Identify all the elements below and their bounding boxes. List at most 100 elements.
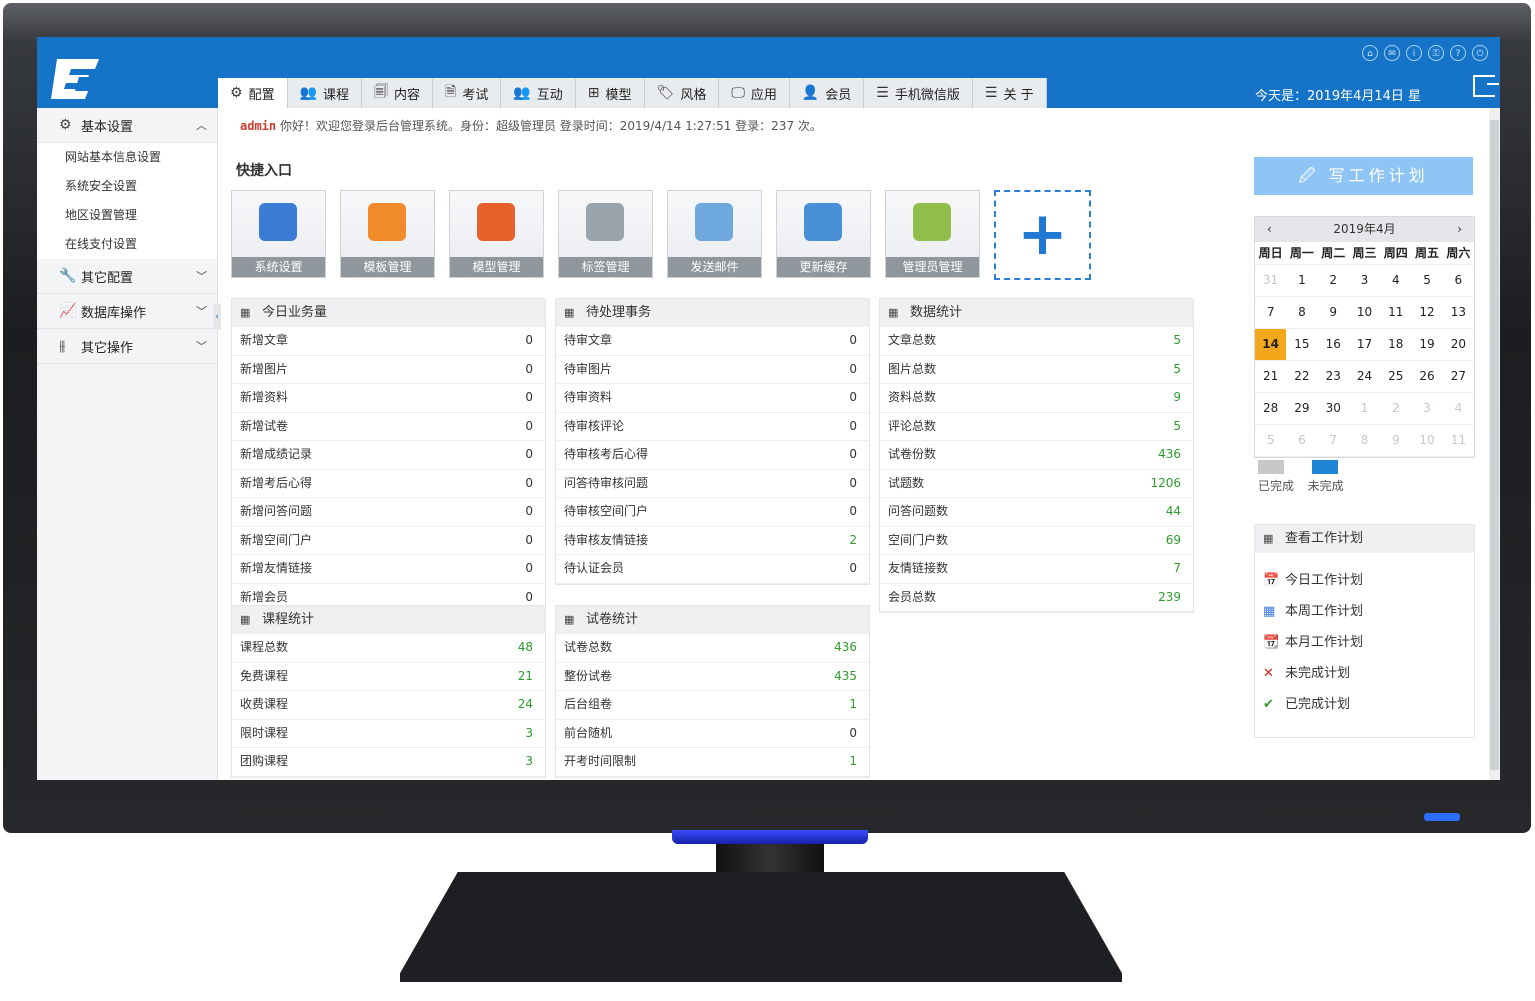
scrollbar-thumb[interactable]	[1490, 120, 1499, 770]
tab-7[interactable]: 🖵 应用	[719, 78, 790, 108]
add-shortcut-button[interactable]: +	[994, 190, 1091, 280]
row-label: 文章总数	[888, 333, 937, 347]
plan-item-icon: 📆	[1263, 635, 1280, 650]
shortcut-2[interactable]: 模型管理	[449, 190, 544, 278]
calendar-day[interactable]: 26	[1411, 361, 1443, 393]
calendar-day[interactable]: 10	[1348, 297, 1381, 329]
calendar-day[interactable]: 31	[1255, 265, 1287, 297]
tab-10[interactable]: ☰ 关 于	[973, 78, 1047, 108]
calendar-day[interactable]: 1	[1286, 265, 1318, 297]
calendar-day[interactable]: 18	[1380, 329, 1412, 361]
calendar-prev-button[interactable]: ‹	[1267, 217, 1272, 242]
calendar-day[interactable]: 13	[1442, 297, 1474, 329]
calendar-day[interactable]: 25	[1380, 361, 1412, 393]
row-label: 新增成绩记录	[240, 447, 313, 461]
calendar-day[interactable]: 11	[1380, 297, 1412, 329]
grid-icon: ▦	[1263, 532, 1274, 545]
plan-item-1[interactable]: ▦ 本周工作计划	[1255, 596, 1474, 627]
tab-label: 内容	[394, 87, 421, 103]
info-icon[interactable]: i	[1406, 45, 1422, 61]
key-icon[interactable]: ⚿	[1428, 45, 1444, 61]
weekday-label: 周日	[1255, 242, 1287, 265]
sidebar-group-icon: 📈	[59, 303, 77, 319]
calendar-day[interactable]: 4	[1442, 393, 1474, 425]
calendar-day[interactable]: 5	[1411, 265, 1443, 297]
help-icon[interactable]: ?	[1450, 45, 1466, 61]
calendar-day[interactable]: 14	[1255, 329, 1287, 361]
tab-1[interactable]: 👥 课程	[288, 78, 363, 108]
calendar-day[interactable]: 2	[1380, 393, 1412, 425]
calendar-day[interactable]: 7	[1255, 297, 1287, 329]
shortcut-4[interactable]: 发送邮件	[667, 190, 762, 278]
calendar-next-button[interactable]: ›	[1457, 217, 1462, 242]
calendar-day[interactable]: 28	[1255, 393, 1287, 425]
shortcut-0[interactable]: 系统设置	[231, 190, 326, 278]
home-icon[interactable]: ⌂	[1362, 45, 1378, 61]
calendar-day[interactable]: 8	[1286, 297, 1318, 329]
calendar-day[interactable]: 9	[1317, 297, 1349, 329]
plan-item-2[interactable]: 📆 本月工作计划	[1255, 627, 1474, 658]
sidebar-item[interactable]: 地区设置管理	[37, 201, 217, 230]
message-icon[interactable]: ✉	[1384, 45, 1400, 61]
sidebar-group-0[interactable]: ⚙ 基本设置 ︿	[37, 108, 217, 143]
tab-4[interactable]: 👥 互动	[501, 78, 576, 108]
logout-icon[interactable]	[1473, 75, 1499, 97]
tab-3[interactable]: 🗎 考试	[433, 78, 502, 108]
shortcut-6[interactable]: 管理员管理	[885, 190, 980, 278]
shortcut-1[interactable]: 模板管理	[340, 190, 435, 278]
calendar-day[interactable]: 19	[1411, 329, 1443, 361]
tab-8[interactable]: 👤 会员	[790, 78, 865, 108]
calendar-day[interactable]: 1	[1348, 393, 1381, 425]
sidebar-group-1[interactable]: 🔧 其它配置 ﹀	[37, 259, 217, 294]
calendar-day[interactable]: 15	[1286, 329, 1318, 361]
plan-item-4[interactable]: ✔ 已完成计划	[1255, 689, 1474, 720]
power-icon[interactable]: ⏻	[1472, 45, 1488, 61]
calendar-day[interactable]: 6	[1442, 265, 1474, 297]
table-row: 前台随机 0	[556, 720, 869, 748]
calendar-day[interactable]: 23	[1317, 361, 1349, 393]
plan-item-0[interactable]: 📅 今日工作计划	[1255, 565, 1474, 596]
calendar-day[interactable]: 11	[1442, 425, 1474, 457]
calendar-day[interactable]: 30	[1317, 393, 1349, 425]
calendar-day[interactable]: 4	[1380, 265, 1412, 297]
plan-item-3[interactable]: ✕ 未完成计划	[1255, 658, 1474, 689]
calendar-day[interactable]: 24	[1348, 361, 1381, 393]
calendar-day[interactable]: 6	[1286, 425, 1318, 457]
calendar-day[interactable]: 16	[1317, 329, 1349, 361]
calendar-day[interactable]: 17	[1348, 329, 1381, 361]
calendar-day[interactable]: 9	[1380, 425, 1412, 457]
sidebar-group-label: 其它操作	[81, 340, 134, 356]
sidebar-item[interactable]: 系统安全设置	[37, 172, 217, 201]
sidebar-item[interactable]: 在线支付设置	[37, 230, 217, 259]
tab-6[interactable]: 🏷 风格	[645, 78, 720, 108]
calendar-day[interactable]: 10	[1411, 425, 1443, 457]
calendar-day[interactable]: 8	[1348, 425, 1381, 457]
calendar-day[interactable]: 5	[1255, 425, 1287, 457]
tab-9[interactable]: ☰ 手机微信版	[864, 78, 973, 108]
calendar-day[interactable]: 27	[1442, 361, 1474, 393]
calendar-day[interactable]: 21	[1255, 361, 1287, 393]
calendar-day[interactable]: 29	[1286, 393, 1318, 425]
panel-today-business: ▦ 今日业务量 新增文章 0 新增图片 0 新增资料 0 新增试卷 0 新增成绩记录 0 新增考后心得 0…	[231, 298, 546, 613]
legend-done-swatch	[1258, 460, 1284, 474]
calendar-day[interactable]: 7	[1317, 425, 1349, 457]
calendar-day[interactable]: 2	[1317, 265, 1349, 297]
sidebar-item[interactable]: 网站基本信息设置	[37, 143, 217, 172]
calendar-day[interactable]: 3	[1411, 393, 1443, 425]
calendar-day[interactable]: 3	[1348, 265, 1381, 297]
shortcut-3[interactable]: 标签管理	[558, 190, 653, 278]
weekday-label: 周二	[1317, 242, 1349, 265]
tab-5[interactable]: ⊞ 模型	[576, 78, 645, 108]
tab-0[interactable]: ⚙ 配置	[218, 78, 288, 108]
scrollbar[interactable]	[1489, 108, 1500, 780]
shortcut-5[interactable]: 更新缓存	[776, 190, 871, 278]
calendar-day[interactable]: 20	[1442, 329, 1474, 361]
tab-2[interactable]: 🗐 内容	[362, 78, 434, 108]
table-row: 友情链接数 7	[880, 555, 1193, 584]
sidebar-group-2[interactable]: 📈 数据库操作 ﹀	[37, 294, 217, 329]
calendar-day[interactable]: 22	[1286, 361, 1318, 393]
sidebar-group-3[interactable]: ⫵ 其它操作 ﹀	[37, 329, 217, 364]
table-row: 文章总数 5	[880, 327, 1193, 356]
calendar-day[interactable]: 12	[1411, 297, 1443, 329]
write-plan-button[interactable]: 🖉 写工作计划	[1254, 157, 1473, 195]
